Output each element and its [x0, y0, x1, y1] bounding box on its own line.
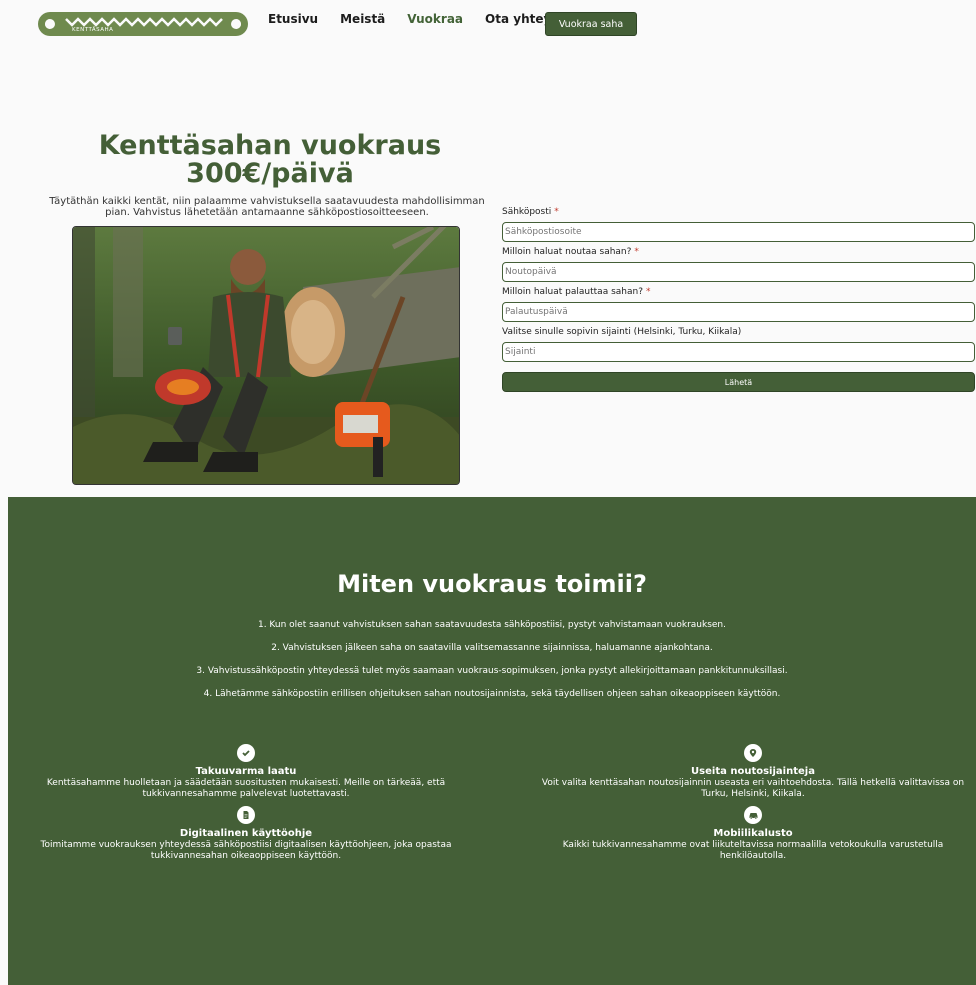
feature-title: Useita noutosijainteja — [691, 766, 815, 777]
email-field[interactable] — [502, 222, 975, 242]
step-item: 2. Vahvistuksen jälkeen saha on saatavil… — [271, 643, 713, 653]
pickup-date-field[interactable] — [502, 262, 975, 282]
step-item: 3. Vahvistussähköpostin yhteydessä tulet… — [196, 666, 788, 676]
feature-text: Toimitamme vuokrauksen yhteydessä sähköp… — [40, 840, 452, 861]
location-field[interactable] — [502, 342, 975, 362]
location-label: Valitse sinulle sopivin sijainti (Helsin… — [502, 327, 742, 337]
feature-text: Voit valita kenttäsahan noutosijainnin u… — [541, 778, 965, 799]
feature-title: Takuuvarma laatu — [195, 766, 297, 777]
email-label: Sähköposti * — [502, 207, 559, 217]
submit-button[interactable]: Lähetä — [502, 372, 975, 392]
feature-title: Mobiilikalusto — [713, 828, 793, 839]
nav-link-etusivu[interactable]: Etusivu — [268, 12, 318, 26]
step-item: 1. Kun olet saanut vahvistuksen sahan sa… — [257, 620, 726, 630]
how-it-works-section: Miten vuokraus toimii? 1. Kun olet saanu… — [8, 497, 976, 985]
check-circle-icon — [237, 744, 255, 762]
steps-list: 1. Kun olet saanut vahvistuksen sahan sa… — [8, 614, 976, 706]
car-icon — [744, 806, 762, 824]
feature-manual: Digitaalinen käyttöohje Toimitamme vuokr… — [31, 806, 461, 862]
return-date-field[interactable] — [502, 302, 975, 322]
how-it-works-title: Miten vuokraus toimii? — [337, 570, 647, 598]
rental-form: Sähköposti* Milloin haluat noutaa sahan?… — [502, 206, 975, 392]
page-title: Kenttäsahan vuokraus 300€/päivä — [98, 130, 442, 189]
feature-title: Digitaalinen käyttöohje — [179, 828, 313, 839]
feature-locations: Useita noutosijainteja Voit valita kentt… — [538, 744, 968, 800]
document-icon — [237, 806, 255, 824]
return-label: Milloin haluat palauttaa sahan? * — [502, 287, 651, 297]
lumberjack-photo — [72, 226, 460, 485]
map-pin-icon — [744, 744, 762, 762]
feature-text: Kaikki tukkivannesahamme ovat liikutelta… — [562, 840, 944, 861]
feature-mobile: Mobiilikalusto Kaikki tukkivannesahamme … — [538, 806, 968, 862]
hero-description: Täytäthän kaikki kentät, niin palaamme v… — [49, 196, 485, 218]
top-nav: KENTTÄSAHA Etusivu Meistä Vuokraa Ota yh… — [0, 0, 976, 48]
nav-link-vuokraa[interactable]: Vuokraa — [407, 12, 463, 26]
nav-link-meista[interactable]: Meistä — [340, 12, 385, 26]
kenttasaha-logo[interactable]: KENTTÄSAHA — [38, 11, 248, 37]
feature-quality: Takuuvarma laatu Kenttäsahamme huolletaa… — [31, 744, 461, 800]
feature-text: Kenttäsahamme huolletaan ja säädetään su… — [46, 778, 446, 799]
rent-saw-button[interactable]: Vuokraa saha — [545, 12, 637, 36]
pickup-label: Milloin haluat noutaa sahan? * — [502, 247, 639, 257]
step-item: 4. Lähetämme sähköpostiin erillisen ohje… — [203, 689, 781, 699]
logo-text: KENTTÄSAHA — [72, 27, 114, 33]
